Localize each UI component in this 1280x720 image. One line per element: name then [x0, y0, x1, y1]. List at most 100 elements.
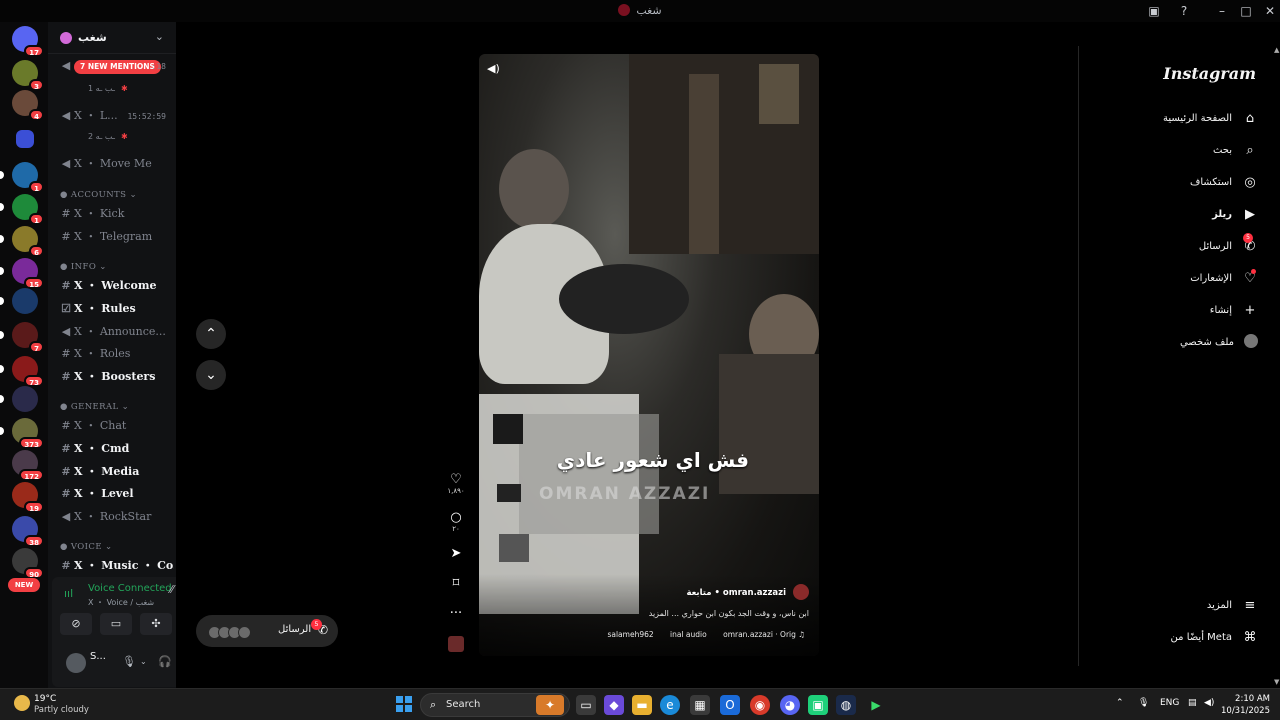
widget-icon[interactable]: ✦: [536, 695, 564, 715]
mute-icon[interactable]: ◀): [487, 62, 500, 75]
server-icon[interactable]: [16, 130, 34, 148]
system-clock[interactable]: 2:10 AM 10/31/2025: [1221, 693, 1270, 717]
nav-messenger[interactable]: الرسائل ✆ 5: [1199, 233, 1258, 258]
scrollbar[interactable]: ▲ ▼: [1274, 46, 1280, 686]
voice-channel-1[interactable]: ◀: [58, 56, 174, 76]
channel-move-me[interactable]: ◀ X ・ Move Me: [58, 154, 174, 174]
voice-member[interactable]: ـب ـه 2 ✱: [88, 132, 128, 141]
copilot-icon[interactable]: ◆: [604, 695, 624, 715]
username[interactable]: S...: [90, 651, 106, 662]
activities-button[interactable]: ✣: [140, 613, 172, 635]
close-button[interactable]: ✕: [1262, 3, 1278, 19]
weather-widget[interactable]: 19°C Partly cloudy: [14, 693, 114, 717]
instagram-logo[interactable]: Instagram: [1163, 64, 1256, 83]
network-icon[interactable]: ▤: [1188, 698, 1197, 708]
outlook-icon[interactable]: O: [720, 695, 740, 715]
channel-announcements[interactable]: ◀ X ・ Announce...: [58, 322, 174, 342]
channel-level[interactable]: # X ・ Level: [58, 484, 174, 504]
play-icon[interactable]: ▶: [866, 695, 886, 715]
audio-user[interactable]: salameh962: [607, 630, 653, 639]
active-app-icon[interactable]: ▣: [808, 695, 828, 715]
category-info[interactable]: ● INFO ⌄: [60, 262, 107, 272]
new-badge[interactable]: NEW: [8, 578, 40, 592]
previous-reel-button[interactable]: ⌃: [196, 319, 226, 349]
channel-boosters[interactable]: # X ・ Boosters: [58, 367, 174, 387]
nav-heart[interactable]: الإشعارات ♡: [1190, 268, 1258, 290]
category-accounts[interactable]: ● ACCOUNTS ⌄: [60, 190, 137, 200]
steam-icon[interactable]: ◍: [836, 695, 856, 715]
reel-caption[interactable]: ابن ناس، و وقت الجد بكون ابن حواري ... ا…: [649, 609, 809, 618]
server-icon[interactable]: [0, 288, 38, 314]
channel-cmd[interactable]: # X ・ Cmd: [58, 439, 174, 459]
comment-button[interactable]: ○ ٢٠: [444, 510, 468, 533]
channel-welcome[interactable]: # X ・ Welcome: [58, 276, 174, 296]
reel-audio[interactable]: salameh962 inal audio omran.azzazi · Ori…: [593, 630, 805, 639]
reel-video[interactable]: ◀) فش اي شعور عادي OMRAN AZZAZI متابعة •…: [479, 54, 819, 656]
server-icon[interactable]: 90: [12, 548, 44, 579]
channel-telegram[interactable]: # X ・ Telegram: [58, 227, 174, 247]
task-view-icon[interactable]: ▭: [576, 695, 596, 715]
chevron-down-icon[interactable]: ⌄: [140, 657, 147, 666]
inbox-icon[interactable]: ▣: [1146, 3, 1162, 19]
audio-label[interactable]: inal audio: [670, 630, 707, 639]
next-reel-button[interactable]: ⌄: [196, 360, 226, 390]
microphone-icon[interactable]: 🎙: [1138, 698, 1149, 708]
messages-button[interactable]: الرسائل ✆ 5: [196, 615, 338, 647]
author-name[interactable]: omran.azzazi: [723, 588, 786, 598]
microphone-icon[interactable]: 🎙: [122, 655, 136, 668]
avatar[interactable]: [66, 653, 86, 673]
store-icon[interactable]: ▦: [690, 695, 710, 715]
nav-reels[interactable]: ريلز ▶: [1212, 204, 1258, 226]
reel-author[interactable]: متابعة • omran.azzazi: [686, 584, 809, 600]
channel-rockstar[interactable]: ◀ X ・ RockStar: [58, 507, 174, 527]
nav-profile-avatar[interactable]: ملف شخصي: [1180, 332, 1258, 354]
channel-kick[interactable]: # X ・ Kick: [58, 204, 174, 224]
edge-icon[interactable]: e: [660, 695, 680, 715]
maximize-button[interactable]: □: [1238, 3, 1254, 19]
channel-roles[interactable]: # X ・ Roles: [58, 344, 174, 364]
category-general[interactable]: ● GENERAL ⌄: [60, 402, 129, 412]
share-button[interactable]: ➤: [444, 546, 468, 561]
start-button[interactable]: [396, 696, 412, 712]
audio-source[interactable]: omran.azzazi · Orig: [723, 630, 796, 639]
category-voice[interactable]: ● VOICE ⌄: [60, 542, 113, 552]
server-icon[interactable]: 172: [12, 450, 44, 481]
server-icon[interactable]: 4: [12, 90, 44, 121]
channel-music[interactable]: # X ・ Music ・ Co...: [58, 556, 174, 576]
channel-media[interactable]: # X ・ Media: [58, 462, 174, 482]
camera-off-button[interactable]: ⊘: [60, 613, 92, 635]
channel-rules[interactable]: ☑ X ・ Rules: [58, 299, 174, 319]
server-icon[interactable]: 15: [0, 258, 44, 289]
more-menu[interactable]: المزيد ≡: [1207, 595, 1258, 617]
follow-button[interactable]: متابعة: [686, 588, 711, 598]
guild-header[interactable]: شغب ⌄: [48, 22, 176, 54]
server-icon[interactable]: 17: [12, 26, 44, 57]
voice-channel-path[interactable]: X ・ Voice / شغب: [88, 597, 154, 608]
server-icon[interactable]: 3: [12, 60, 44, 91]
chevron-up-icon[interactable]: ⌃: [1116, 698, 1124, 708]
file-explorer-icon[interactable]: ▬: [632, 695, 652, 715]
language-indicator[interactable]: ENG: [1160, 698, 1179, 708]
voice-member[interactable]: ـب ـه 1 ✱: [88, 84, 128, 93]
server-icon[interactable]: 19: [12, 482, 44, 513]
also-from-meta[interactable]: أيضًا من Meta ⌘: [1171, 627, 1258, 649]
server-icon[interactable]: 38: [12, 516, 44, 547]
minimize-button[interactable]: –: [1214, 3, 1230, 19]
nav-plus[interactable]: إنشاء +: [1210, 300, 1258, 322]
voice-status[interactable]: Voice Connected: [88, 583, 172, 594]
server-icon[interactable]: 6: [0, 226, 44, 257]
server-icon[interactable]: 73: [0, 356, 44, 387]
server-icon[interactable]: 1: [0, 162, 44, 193]
save-button[interactable]: ⌑: [444, 576, 468, 591]
nav-compass[interactable]: استكشاف ◎: [1190, 172, 1258, 194]
server-icon[interactable]: [0, 386, 38, 412]
volume-icon[interactable]: ◀): [1204, 698, 1214, 708]
chrome-icon[interactable]: ◉: [750, 695, 770, 715]
server-icon[interactable]: 1: [0, 194, 44, 225]
more-options-button[interactable]: ···: [444, 606, 468, 621]
like-button[interactable]: ♡ ١,٨٩٠: [444, 472, 468, 495]
channel-chat[interactable]: # X ・ Chat: [58, 416, 174, 436]
discord-icon[interactable]: ◕: [780, 695, 800, 715]
help-icon[interactable]: ?: [1176, 3, 1192, 19]
avatar[interactable]: [793, 584, 809, 600]
